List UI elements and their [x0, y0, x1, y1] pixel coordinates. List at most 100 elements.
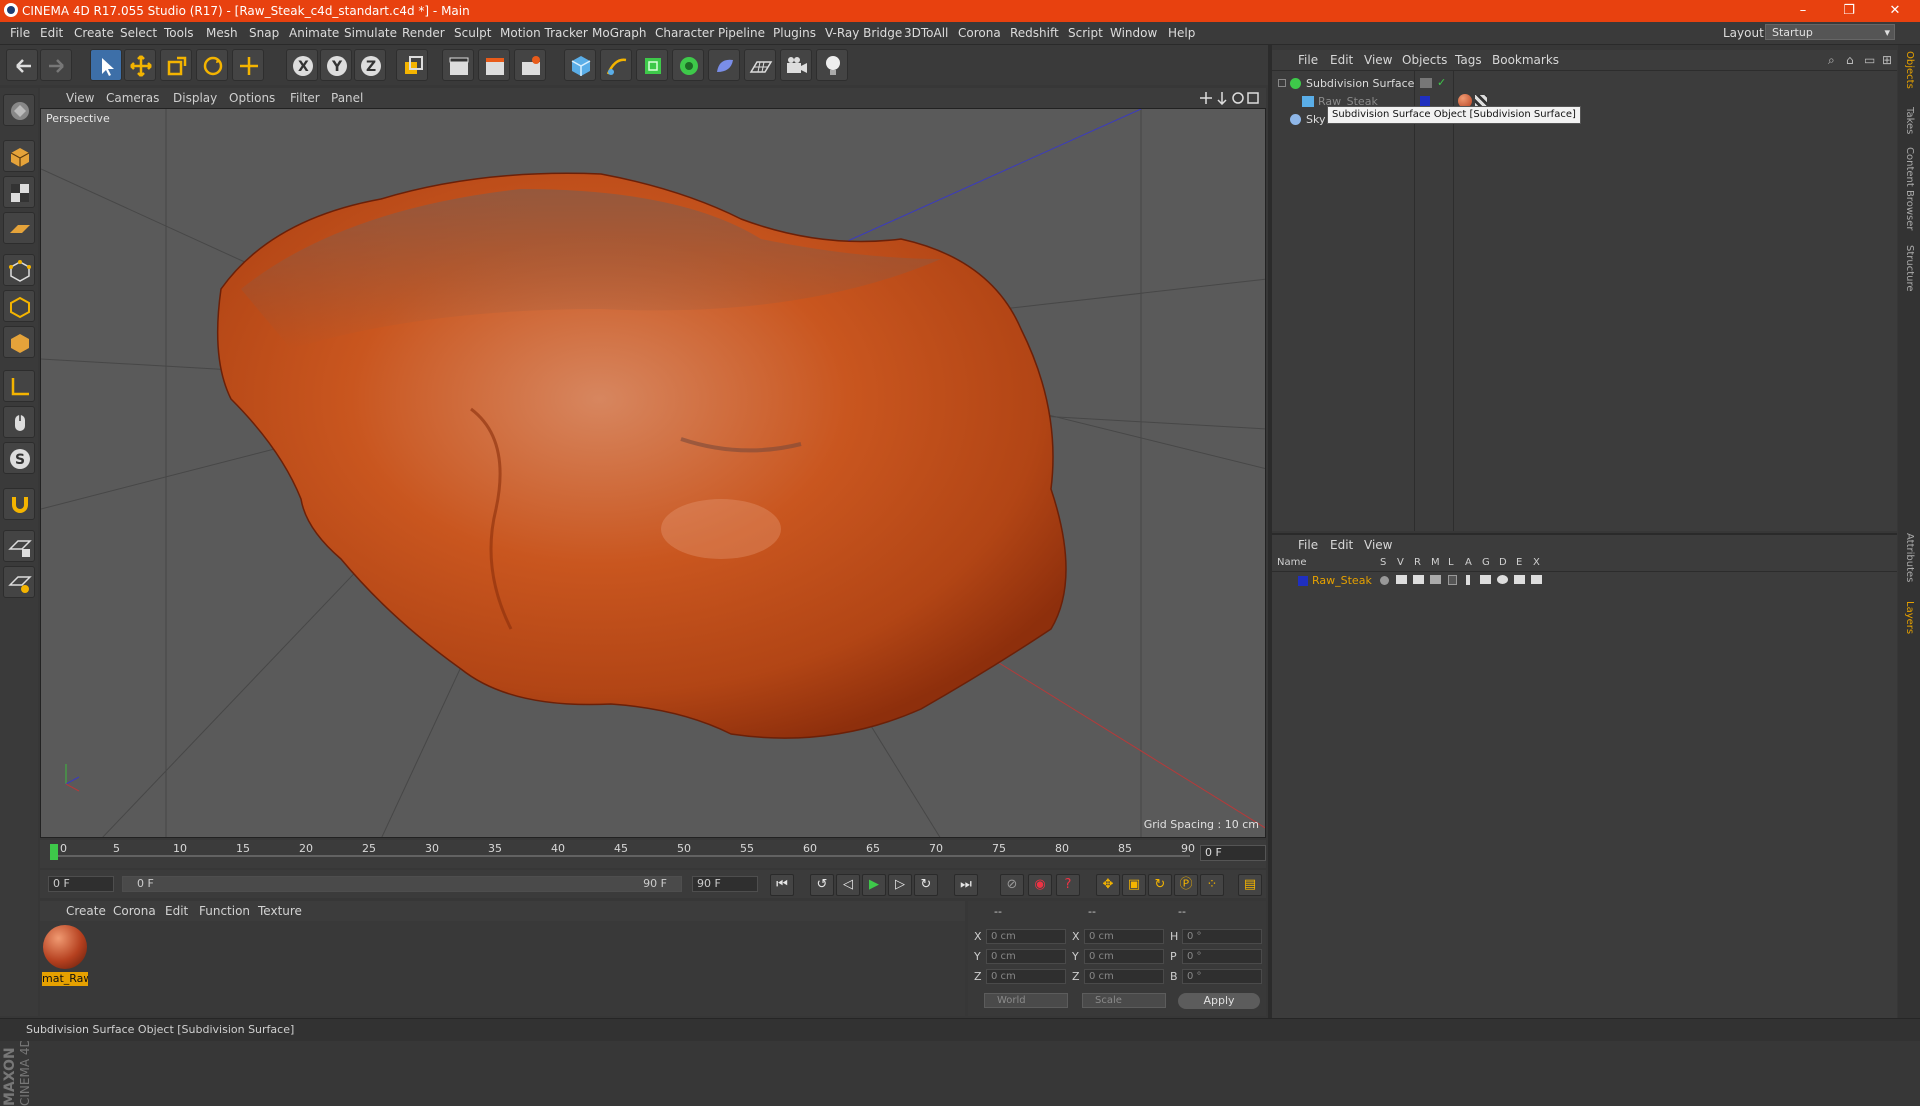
edges-mode-button[interactable]: [3, 290, 35, 322]
key-parameter-button[interactable]: Ⓟ: [1174, 874, 1198, 896]
size-z-field[interactable]: 0 cm: [1084, 969, 1164, 984]
snap-button[interactable]: S: [3, 442, 35, 474]
menu-render[interactable]: Render: [402, 26, 445, 40]
menu-window[interactable]: Window: [1110, 26, 1157, 40]
next-key-button[interactable]: ↻: [914, 874, 938, 896]
camera-button[interactable]: [780, 49, 812, 81]
menu-3dtoall[interactable]: 3DToAll: [904, 26, 948, 40]
viewport-menu-cameras[interactable]: Cameras: [106, 91, 159, 105]
menu-edit[interactable]: Edit: [40, 26, 63, 40]
make-editable-button[interactable]: [3, 94, 35, 126]
menu-sculpt[interactable]: Sculpt: [454, 26, 491, 40]
render-view-button[interactable]: [442, 49, 474, 81]
timeline-window-button[interactable]: ▤: [1238, 874, 1262, 896]
menu-help[interactable]: Help: [1168, 26, 1195, 40]
key-pla-button[interactable]: ⁘: [1200, 874, 1224, 896]
animation-icon[interactable]: [1466, 575, 1470, 585]
side-tab-layers[interactable]: Layers: [1904, 601, 1915, 634]
enabled-check-icon[interactable]: ✓: [1437, 76, 1446, 89]
floor-button[interactable]: [744, 49, 776, 81]
z-axis-button[interactable]: Z: [354, 49, 386, 81]
grid-lock-button[interactable]: [3, 530, 35, 562]
menu-mograph[interactable]: MoGraph: [592, 26, 647, 40]
coordinate-system-button[interactable]: [396, 49, 428, 81]
deformer-icon[interactable]: [1497, 575, 1508, 584]
layout-dropdown[interactable]: Startup: [1765, 24, 1895, 41]
object-row-subdivision-surface[interactable]: Subdivision Surface ✓: [1272, 75, 1897, 93]
size-x-field[interactable]: 0 cm: [1084, 929, 1164, 944]
workplane-mode-button[interactable]: [3, 212, 35, 244]
menu-plugins[interactable]: Plugins: [773, 26, 816, 40]
material-menu-texture[interactable]: Texture: [258, 904, 302, 918]
close-button[interactable]: ✕: [1872, 0, 1918, 22]
rotation-b-field[interactable]: 0 °: [1182, 969, 1262, 984]
layers-menu-edit[interactable]: Edit: [1330, 538, 1353, 552]
menu-pipeline[interactable]: Pipeline: [718, 26, 765, 40]
record-active-button[interactable]: ⊘: [1000, 874, 1024, 896]
end-frame-field[interactable]: 90 F: [692, 876, 758, 892]
deformer-button[interactable]: [708, 49, 740, 81]
menu-select[interactable]: Select: [120, 26, 157, 40]
render-settings-button[interactable]: [514, 49, 546, 81]
layer-color-icon[interactable]: [1298, 576, 1308, 586]
menu-file[interactable]: File: [10, 26, 30, 40]
menu-redshift[interactable]: Redshift: [1010, 26, 1059, 40]
viewport-menu-filter[interactable]: Filter: [290, 91, 320, 105]
minimize-button[interactable]: –: [1780, 0, 1826, 22]
cube-object-button[interactable]: [564, 49, 596, 81]
key-rotation-button[interactable]: ↻: [1148, 874, 1172, 896]
apply-button[interactable]: Apply: [1178, 993, 1260, 1009]
perspective-viewport[interactable]: Perspective Grid Spacing : 10 cm: [40, 108, 1266, 838]
xref-icon[interactable]: [1531, 575, 1542, 584]
material-menu-edit[interactable]: Edit: [165, 904, 188, 918]
material-name[interactable]: mat_Raw: [42, 972, 88, 986]
goto-end-button[interactable]: ⏭: [954, 874, 978, 896]
rotate-button[interactable]: [196, 49, 228, 81]
layer-tag-icon[interactable]: [1420, 78, 1432, 88]
polygons-mode-button[interactable]: [3, 326, 35, 358]
solo-icon[interactable]: [1380, 576, 1389, 585]
menu-corona[interactable]: Corona: [958, 26, 1001, 40]
side-tab-attributes[interactable]: Attributes: [1904, 533, 1915, 582]
model-mode-button[interactable]: [3, 140, 35, 172]
playhead[interactable]: [50, 844, 58, 860]
goto-start-button[interactable]: ⏮: [770, 874, 794, 896]
scale-button[interactable]: [160, 49, 192, 81]
menu-create[interactable]: Create: [74, 26, 114, 40]
menu-vray-bridge[interactable]: V-Ray Bridge: [825, 26, 902, 40]
window-minimize-icon[interactable]: ▭: [1864, 53, 1875, 67]
y-axis-button[interactable]: Y: [320, 49, 352, 81]
material-menu-function[interactable]: Function: [199, 904, 250, 918]
visible-eye-icon[interactable]: [1396, 575, 1407, 584]
layers-menu-file[interactable]: File: [1298, 538, 1318, 552]
layer-color-icon[interactable]: [1420, 96, 1430, 106]
position-z-field[interactable]: 0 cm: [986, 969, 1066, 984]
keyframe-selection-button[interactable]: ?: [1056, 874, 1080, 896]
magnet-button[interactable]: [3, 488, 35, 520]
expression-icon[interactable]: [1514, 575, 1525, 584]
menu-motion-tracker[interactable]: Motion Tracker: [500, 26, 588, 40]
redo-button[interactable]: [40, 49, 72, 81]
maximize-icon[interactable]: ⊞: [1882, 53, 1892, 67]
layer-name[interactable]: Raw_Steak: [1312, 574, 1372, 587]
menu-mesh[interactable]: Mesh: [206, 26, 238, 40]
rotation-p-field[interactable]: 0 °: [1182, 949, 1262, 964]
viewport-menu-view[interactable]: View: [66, 91, 94, 105]
x-axis-button[interactable]: X: [286, 49, 318, 81]
prev-key-button[interactable]: ↺: [810, 874, 834, 896]
undo-button[interactable]: [6, 49, 38, 81]
position-x-field[interactable]: 0 cm: [986, 929, 1066, 944]
objects-menu-edit[interactable]: Edit: [1330, 53, 1353, 67]
menu-character[interactable]: Character: [655, 26, 714, 40]
manager-icon[interactable]: [1430, 575, 1441, 584]
current-frame-field[interactable]: 0 F: [1200, 845, 1266, 861]
autokey-button[interactable]: ◉: [1028, 874, 1052, 896]
render-icon[interactable]: [1413, 575, 1424, 584]
viewport-nav-icons[interactable]: [1200, 91, 1260, 105]
size-mode-dropdown[interactable]: Scale: [1082, 993, 1166, 1008]
viewport-menu-display[interactable]: Display: [173, 91, 217, 105]
menu-script[interactable]: Script: [1068, 26, 1103, 40]
menu-animate[interactable]: Animate: [289, 26, 339, 40]
points-mode-button[interactable]: [3, 254, 35, 286]
move-button[interactable]: [124, 49, 156, 81]
